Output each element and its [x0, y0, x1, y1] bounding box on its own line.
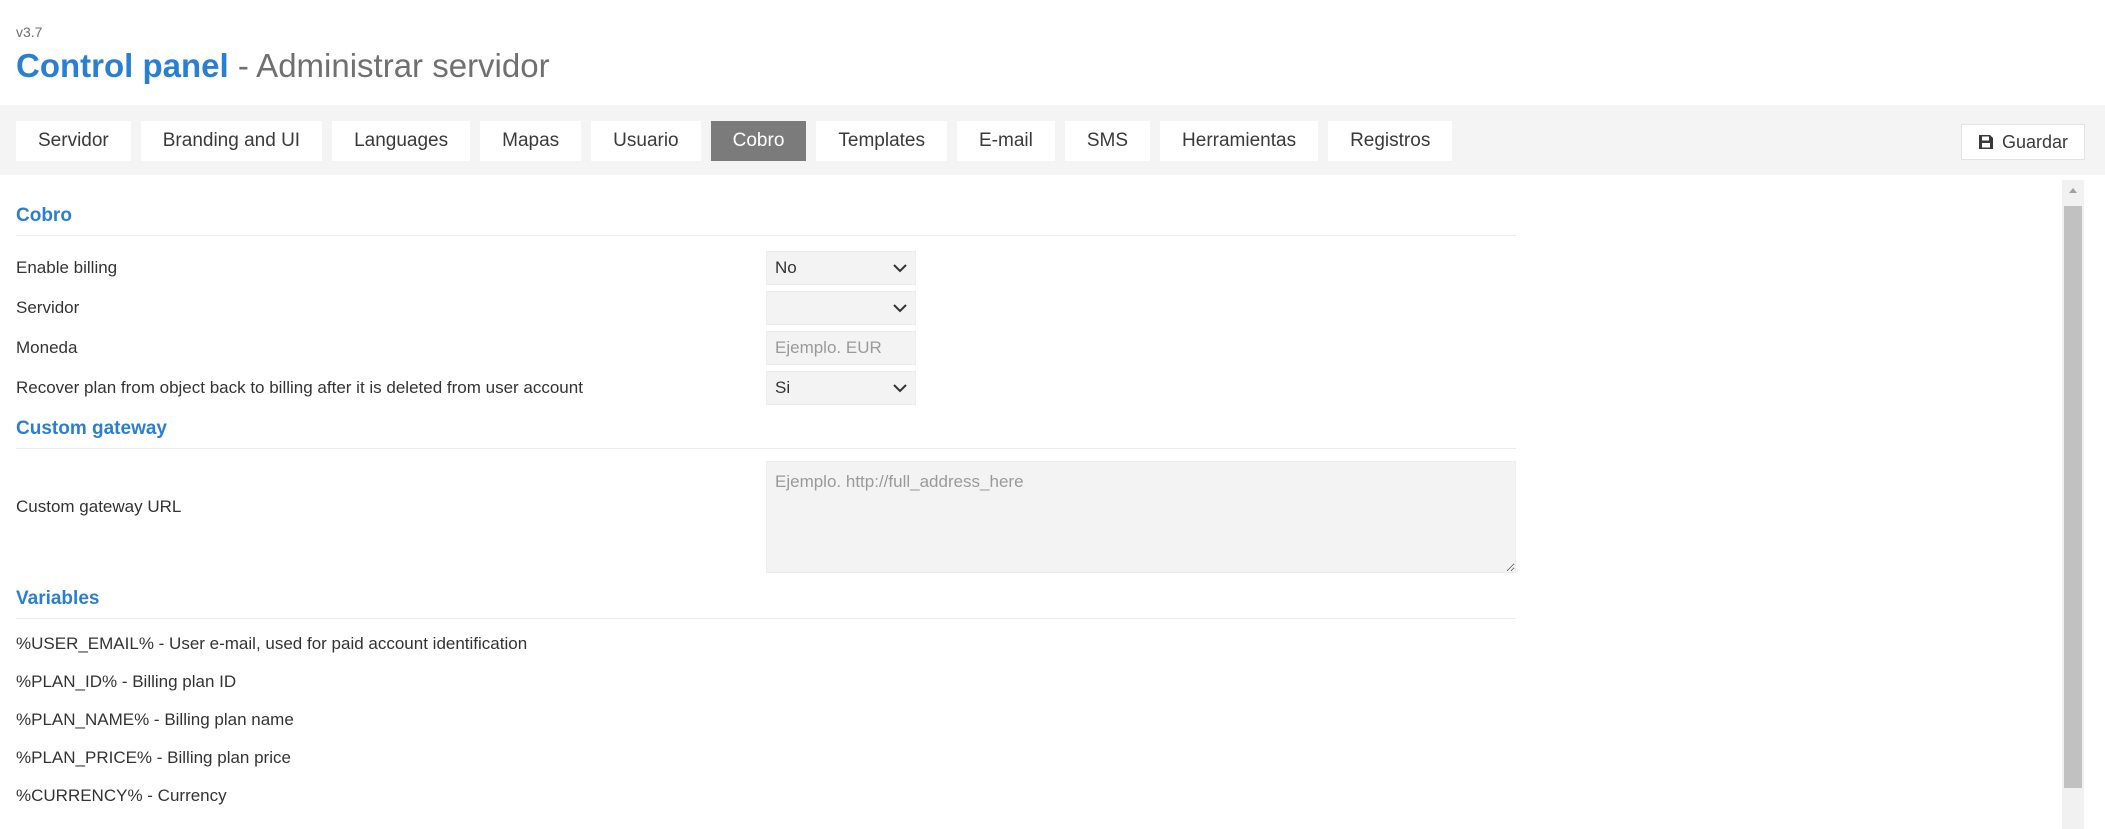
page-title: Control panel - Administrar servidor [16, 46, 550, 86]
tab-cobro[interactable]: Cobro [710, 121, 807, 161]
tab-usuario[interactable]: Usuario [591, 121, 701, 161]
custom-gateway-url-textarea[interactable] [766, 461, 1516, 573]
tab-servidor[interactable]: Servidor [16, 121, 131, 161]
currency-label: Moneda [16, 338, 78, 357]
scrollbar-thumb[interactable] [2064, 206, 2082, 788]
recover-plan-select[interactable]: Si [766, 371, 916, 405]
variable-item: %PLAN_NAME% - Billing plan name [16, 710, 294, 729]
save-button[interactable]: Guardar [1960, 124, 2085, 160]
tab-branding-and-ui[interactable]: Branding and UI [140, 121, 323, 161]
currency-row: Moneda [16, 328, 1516, 368]
chevron-down-icon [893, 384, 907, 393]
vertical-scrollbar[interactable] [2062, 180, 2084, 829]
enable-billing-row: Enable billing No [16, 248, 1516, 288]
enable-billing-value: No [775, 258, 797, 277]
custom-gateway-url-label: Custom gateway URL [16, 497, 182, 516]
recover-plan-value: Si [775, 378, 791, 397]
variable-item: %PLAN_PRICE% - Billing plan price [16, 748, 291, 767]
scroll-up-arrow-icon[interactable] [2062, 180, 2084, 200]
variable-item: %CURRENCY% - Currency [16, 786, 227, 805]
server-row: Servidor [16, 288, 1516, 328]
server-label: Servidor [16, 298, 80, 317]
save-button-label: Guardar [2001, 131, 2068, 152]
tab-templates[interactable]: Templates [816, 121, 947, 161]
tab-languages[interactable]: Languages [332, 121, 471, 161]
section-title-cobro: Cobro [16, 205, 1516, 236]
app-title: Control panel [16, 47, 229, 84]
page-header: v3.7 Control panel - Administrar servido… [16, 22, 550, 86]
chevron-down-icon [893, 304, 907, 313]
settings-content: Cobro Enable billing No Servidor Moneda … [16, 175, 1516, 815]
chevron-down-icon [893, 264, 907, 273]
variable-item: %USER_EMAIL% - User e-mail, used for pai… [16, 634, 528, 653]
tab-list: Servidor Branding and UI Languages Mapas… [16, 121, 1453, 161]
tab-herramientas[interactable]: Herramientas [1160, 121, 1319, 161]
recover-plan-label: Recover plan from object back to billing… [16, 378, 583, 397]
version-label: v3.7 [16, 24, 43, 40]
server-select[interactable] [766, 291, 916, 325]
tab-e-mail[interactable]: E-mail [957, 121, 1055, 161]
custom-gateway-url-row: Custom gateway URL [16, 449, 1516, 574]
floppy-disk-icon [1978, 134, 1994, 150]
tab-registros[interactable]: Registros [1328, 121, 1453, 161]
enable-billing-select[interactable]: No [766, 251, 916, 285]
section-title-variables: Variables [16, 588, 1516, 619]
section-title-custom-gateway: Custom gateway [16, 418, 1516, 449]
tab-mapas[interactable]: Mapas [480, 121, 582, 161]
tab-sms[interactable]: SMS [1064, 121, 1151, 161]
currency-input[interactable] [766, 331, 916, 365]
enable-billing-label: Enable billing [16, 258, 118, 277]
recover-plan-row: Recover plan from object back to billing… [16, 368, 1516, 408]
tab-bar: Servidor Branding and UI Languages Mapas… [0, 105, 2105, 175]
page-subtitle: - Administrar servidor [228, 47, 550, 84]
variable-item: %PLAN_ID% - Billing plan ID [16, 672, 237, 691]
